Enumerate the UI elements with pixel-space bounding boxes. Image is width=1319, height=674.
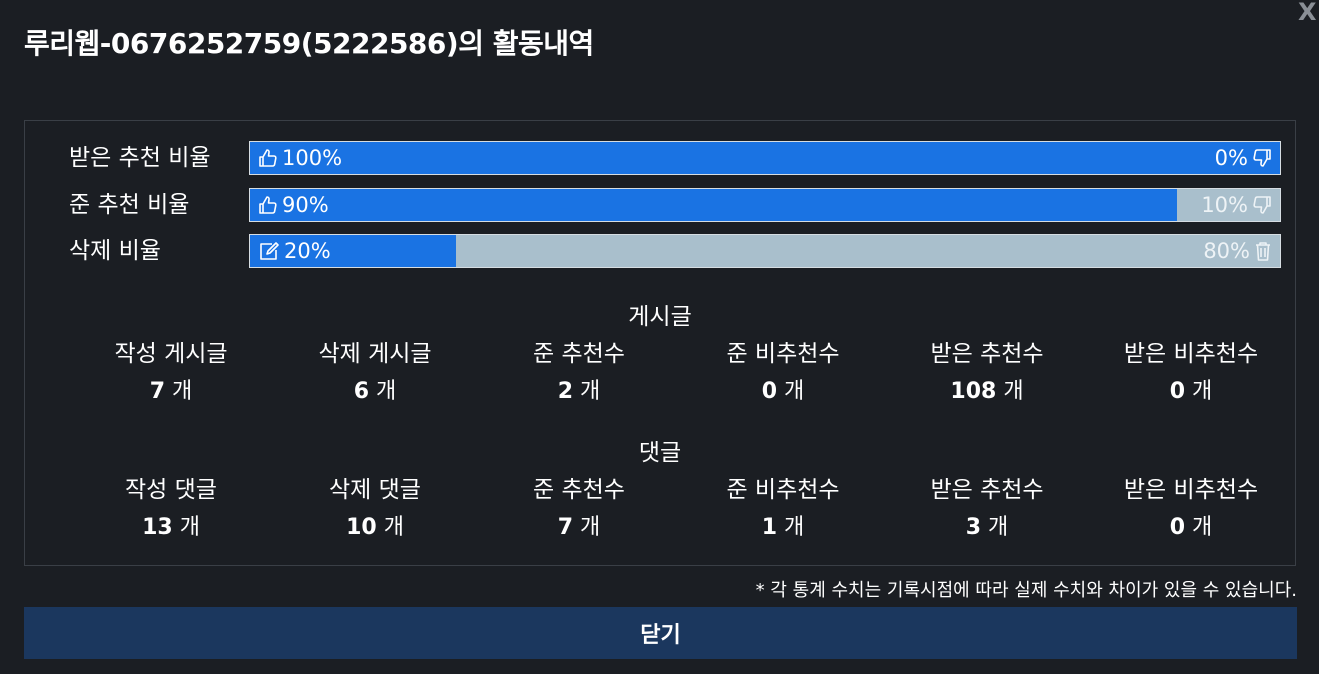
stat-number: 10: [346, 515, 377, 540]
stat-label: 준 비추천수: [726, 477, 840, 503]
comments-section-title: 댓글: [638, 440, 682, 466]
close-button[interactable]: 닫기: [24, 607, 1297, 659]
disclaimer-note: * 각 통계 수치는 기록시점에 따라 실제 수치와 차이가 있을 수 있습니다…: [755, 580, 1297, 601]
progress-bar: 20% 80%: [249, 234, 1281, 268]
stat-value: 7 개: [477, 509, 681, 547]
close-icon[interactable]: X: [1298, 0, 1317, 26]
rate-label: 삭제 비율: [69, 238, 161, 264]
stat-number: 3: [965, 515, 982, 540]
stat-label: 준 추천수: [533, 477, 625, 503]
stat-number: 6: [353, 379, 370, 404]
stat-unit: 개: [1192, 379, 1213, 404]
stat-value: 7 개: [69, 373, 273, 411]
stat-item: 준 비추천수 0 개: [681, 335, 885, 411]
bar-left-value: 90%: [258, 189, 329, 221]
stat-number: 13: [142, 515, 173, 540]
stat-value: 10 개: [273, 509, 477, 547]
bar-left-value: 100%: [258, 142, 342, 174]
rate-row-received-recommend: 받은 추천 비율 100% 0%: [25, 141, 1295, 175]
stat-label: 작성 댓글: [125, 477, 217, 503]
stat-item: 준 추천수 2 개: [477, 335, 681, 411]
stat-item: 받은 비추천수 0 개: [1089, 471, 1293, 547]
stat-value: 2 개: [477, 373, 681, 411]
stat-item: 받은 비추천수 0 개: [1089, 335, 1293, 411]
stat-item: 준 추천수 7 개: [477, 471, 681, 547]
stat-item: 작성 댓글 13 개: [69, 471, 273, 547]
stat-label: 준 비추천수: [726, 341, 840, 367]
stat-item: 삭제 댓글 10 개: [273, 471, 477, 547]
stat-value: 6 개: [273, 373, 477, 411]
posts-stats: 작성 게시글 7 개 삭제 게시글 6 개 준 추천수 2 개 준 비추천수 0…: [69, 335, 1293, 411]
bar-left-text: 100%: [282, 146, 343, 170]
stat-unit: 개: [376, 379, 397, 404]
comments-stats: 작성 댓글 13 개 삭제 댓글 10 개 준 추천수 7 개 준 비추천수 1…: [69, 471, 1293, 547]
thumbs-down-icon: [1252, 148, 1272, 168]
stat-value: 0 개: [1089, 509, 1293, 547]
stat-number: 108: [950, 379, 997, 404]
activity-modal: 루리웹-0676252759(5222586)의 활동내역 X 받은 추천 비율…: [0, 0, 1319, 674]
bar-right-text: 80%: [1203, 239, 1250, 263]
rate-row-given-recommend: 준 추천 비율 90% 10%: [25, 188, 1295, 222]
stat-unit: 개: [580, 379, 601, 404]
stat-unit: 개: [172, 379, 193, 404]
stat-label: 받은 비추천수: [1123, 341, 1259, 367]
stat-number: 0: [1169, 515, 1186, 540]
stat-label: 삭제 댓글: [329, 477, 421, 503]
trash-icon: [1254, 241, 1272, 261]
progress-bar: 90% 10%: [249, 188, 1281, 222]
posts-section-title: 게시글: [628, 304, 692, 330]
stat-number: 7: [557, 515, 574, 540]
stat-item: 준 비추천수 1 개: [681, 471, 885, 547]
stat-item: 삭제 게시글 6 개: [273, 335, 477, 411]
stat-number: 0: [761, 379, 778, 404]
bar-right-value: 0%: [1215, 142, 1272, 174]
stat-value: 13 개: [69, 509, 273, 547]
thumbs-down-icon: [1252, 195, 1272, 215]
stat-value: 1 개: [681, 509, 885, 547]
stat-item: 받은 추천수 3 개: [885, 471, 1089, 547]
stat-number: 1: [761, 515, 778, 540]
bar-left-text: 20%: [284, 239, 331, 263]
bar-right-text: 0%: [1214, 146, 1248, 170]
stat-value: 0 개: [681, 373, 885, 411]
stat-label: 받은 추천수: [930, 341, 1044, 367]
stat-value: 3 개: [885, 509, 1089, 547]
bar-left-text: 90%: [282, 193, 329, 217]
stat-value: 0 개: [1089, 373, 1293, 411]
rate-label: 준 추천 비율: [69, 192, 190, 218]
stat-unit: 개: [580, 515, 601, 540]
stat-label: 작성 게시글: [114, 341, 228, 367]
stat-number: 7: [149, 379, 166, 404]
progress-bar-fill: [250, 142, 1280, 174]
stat-label: 준 추천수: [533, 341, 625, 367]
bar-left-value: 20%: [258, 235, 331, 267]
rate-label: 받은 추천 비율: [69, 145, 211, 171]
modal-title: 루리웹-0676252759(5222586)의 활동내역: [24, 27, 594, 60]
activity-panel: 받은 추천 비율 100% 0% 준 추천 비율 90% 10% 삭제 비율 2…: [24, 120, 1296, 566]
stat-unit: 개: [179, 515, 200, 540]
stat-number: 0: [1169, 379, 1186, 404]
edit-icon: [258, 241, 280, 261]
bar-right-value: 10%: [1201, 189, 1272, 221]
thumbs-up-icon: [258, 195, 278, 215]
stat-label: 받은 추천수: [930, 477, 1044, 503]
stat-number: 2: [557, 379, 574, 404]
stat-unit: 개: [383, 515, 404, 540]
stat-unit: 개: [784, 379, 805, 404]
thumbs-up-icon: [258, 148, 278, 168]
progress-bar-fill: [250, 189, 1177, 221]
rate-row-delete: 삭제 비율 20% 80%: [25, 234, 1295, 268]
stat-label: 삭제 게시글: [318, 341, 432, 367]
stat-item: 받은 추천수 108 개: [885, 335, 1089, 411]
bar-right-text: 10%: [1201, 193, 1248, 217]
stat-label: 받은 비추천수: [1123, 477, 1259, 503]
stat-unit: 개: [1003, 379, 1024, 404]
stat-unit: 개: [988, 515, 1009, 540]
stat-value: 108 개: [885, 373, 1089, 411]
progress-bar: 100% 0%: [249, 141, 1281, 175]
stat-unit: 개: [784, 515, 805, 540]
bar-right-value: 80%: [1203, 235, 1272, 267]
stat-unit: 개: [1192, 515, 1213, 540]
stat-item: 작성 게시글 7 개: [69, 335, 273, 411]
